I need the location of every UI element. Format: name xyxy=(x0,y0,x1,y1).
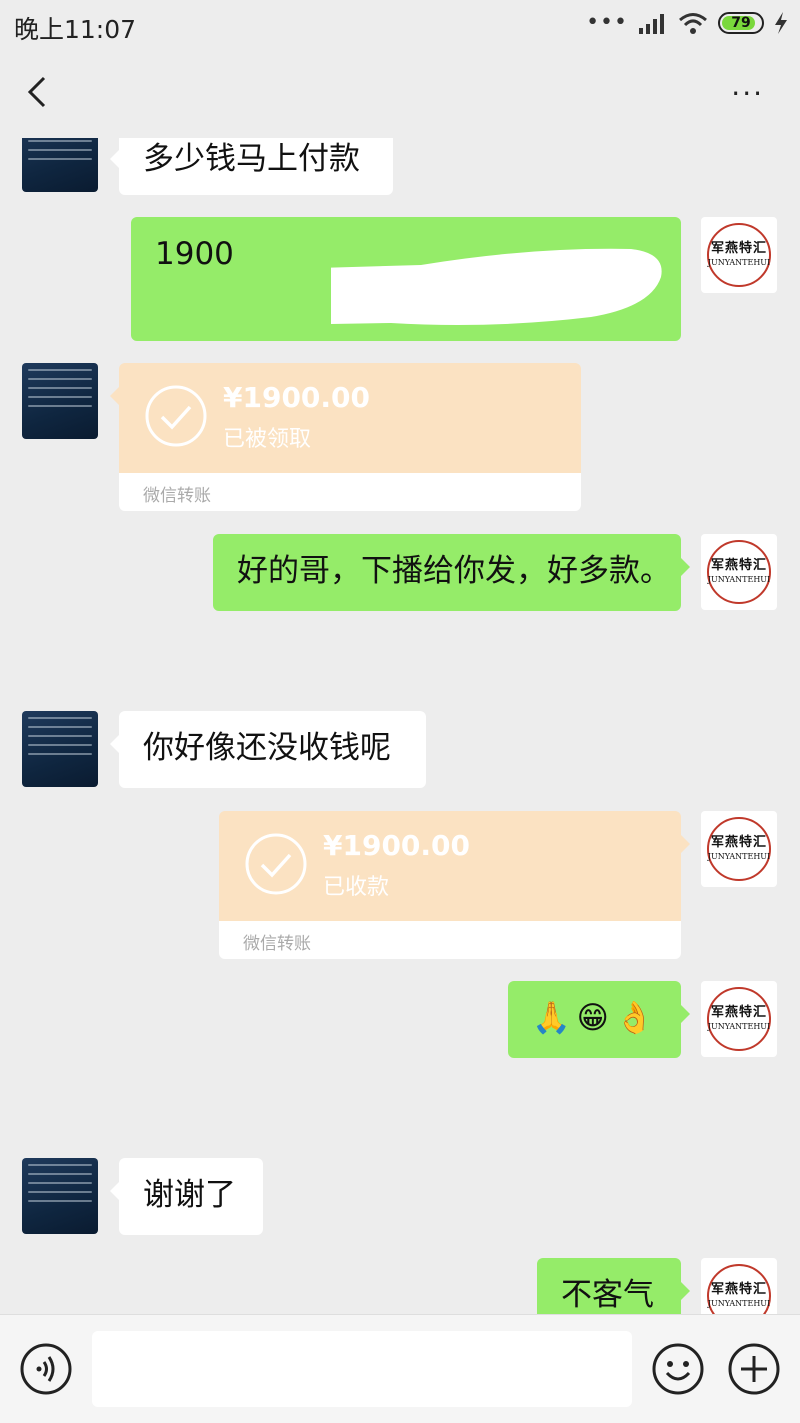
message-text: 多少钱马上付款 xyxy=(143,141,360,177)
message-text: 不客气 xyxy=(561,1277,654,1313)
transfer-label: 微信转账 xyxy=(243,934,311,954)
avatar-name: 军燕特汇 xyxy=(710,1282,767,1297)
avatar-name: 军燕特汇 xyxy=(710,835,767,850)
message-text: 好的哥，下播给你发，好多款。 xyxy=(237,553,671,589)
message-text: 1900 xyxy=(155,236,234,272)
message-list[interactable]: 多少钱马上付款 军燕特汇 JUNYANTEHUI 1900 ¥1900.00 已… xyxy=(0,138,800,1314)
message-bubble-incoming[interactable]: 谢谢了 xyxy=(110,1158,263,1235)
chevron-left-icon[interactable] xyxy=(20,72,56,112)
message-text: 谢谢了 xyxy=(143,1177,236,1213)
transfer-amount: ¥1900.00 xyxy=(223,381,371,414)
contact-avatar[interactable] xyxy=(22,711,98,787)
transfer-status: 已被领取 xyxy=(223,427,312,452)
avatar-name-en: JUNYANTEHUI xyxy=(707,1022,771,1031)
contact-avatar[interactable] xyxy=(22,1158,98,1234)
avatar-name: 军燕特汇 xyxy=(710,241,767,256)
message-bubble-outgoing[interactable]: 🙏 😁 👌 xyxy=(508,981,690,1058)
avatar-name-en: JUNYANTEHUI xyxy=(707,575,771,584)
my-avatar[interactable]: 军燕特汇 JUNYANTEHUI xyxy=(701,1258,777,1314)
transfer-amount: ¥1900.00 xyxy=(323,829,471,862)
avatar-name-en: JUNYANTEHUI xyxy=(707,258,771,267)
message-text: 你好像还没收钱呢 xyxy=(143,730,391,766)
charging-icon xyxy=(775,12,787,34)
contact-avatar[interactable] xyxy=(22,138,98,192)
message-bubble-outgoing[interactable]: 不客气 xyxy=(537,1258,690,1314)
contact-avatar[interactable] xyxy=(22,363,98,439)
praying-hands-emoji: 🙏 xyxy=(532,1000,571,1036)
transfer-card-outgoing[interactable]: ¥1900.00 已收款 微信转账 xyxy=(219,811,690,959)
status-icons: ••• 79 xyxy=(586,12,788,34)
more-dots-icon: ••• xyxy=(586,10,628,35)
message-bubble-incoming[interactable]: 多少钱马上付款 xyxy=(110,138,393,195)
ok-hand-emoji: 👌 xyxy=(614,1000,654,1036)
message-input[interactable] xyxy=(92,1331,632,1407)
my-avatar[interactable]: 军燕特汇 JUNYANTEHUI xyxy=(701,811,777,887)
message-bubble-incoming[interactable]: 你好像还没收钱呢 xyxy=(110,711,426,788)
avatar-name-en: JUNYANTEHUI xyxy=(707,852,771,861)
transfer-card-incoming[interactable]: ¥1900.00 已被领取 微信转账 xyxy=(110,363,581,511)
input-bar xyxy=(0,1314,800,1423)
my-avatar[interactable]: 军燕特汇 JUNYANTEHUI xyxy=(701,217,777,293)
status-bar: 晚上11:07 ••• 79 xyxy=(0,0,800,50)
transfer-label: 微信转账 xyxy=(143,486,211,506)
avatar-name: 军燕特汇 xyxy=(710,1005,767,1020)
more-icon[interactable]: ··· xyxy=(731,80,764,108)
voice-icon[interactable] xyxy=(20,1343,72,1395)
plus-icon[interactable] xyxy=(728,1343,780,1395)
redaction-scribble xyxy=(331,248,662,325)
check-circle-icon xyxy=(245,833,307,895)
battery-icon: 79 xyxy=(718,12,764,34)
grinning-emoji: 😁 xyxy=(576,1000,609,1036)
my-avatar[interactable]: 军燕特汇 JUNYANTEHUI xyxy=(701,534,777,610)
transfer-status: 已收款 xyxy=(323,875,390,900)
status-time: 晚上11:07 xyxy=(14,15,137,44)
message-bubble-outgoing[interactable]: 1900 xyxy=(131,217,681,341)
avatar-name: 军燕特汇 xyxy=(710,558,767,573)
wifi-icon xyxy=(679,13,707,34)
my-avatar[interactable]: 军燕特汇 JUNYANTEHUI xyxy=(701,981,777,1057)
signal-icon xyxy=(639,14,664,34)
chat-header: ··· xyxy=(0,50,800,138)
check-circle-icon xyxy=(145,385,207,447)
avatar-name-en: JUNYANTEHUI xyxy=(707,1299,771,1308)
emoji-message: 🙏 😁 👌 xyxy=(532,999,657,1037)
battery-level: 79 xyxy=(731,15,751,31)
emoji-icon[interactable] xyxy=(652,1343,704,1395)
message-bubble-outgoing[interactable]: 好的哥，下播给你发，好多款。 xyxy=(213,534,690,611)
